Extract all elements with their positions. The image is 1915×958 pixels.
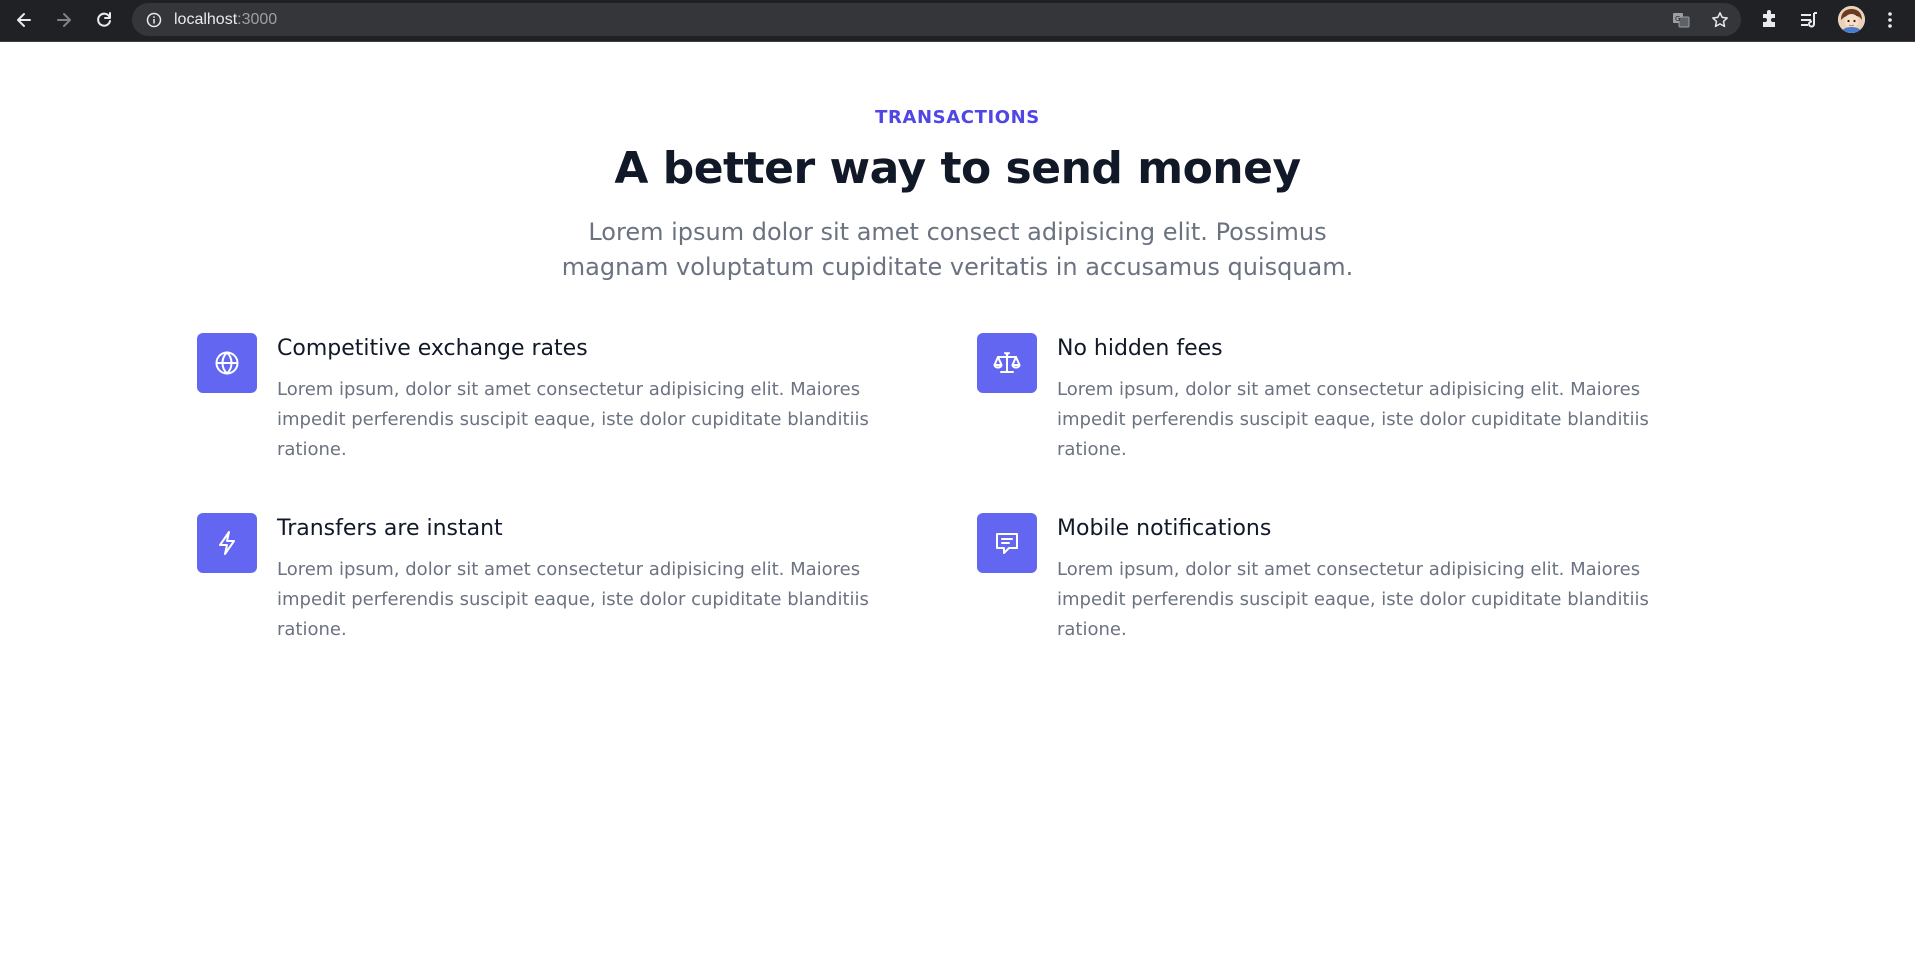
feature-title: No hidden fees [1057,336,1223,361]
feature-title: Transfers are instant [277,516,503,541]
reload-button[interactable] [88,4,120,36]
feature-transfers-are-instant: Transfers are instant Lorem ipsum, dolor… [197,513,917,653]
section-eyebrow: TRANSACTIONS [875,107,1040,128]
feature-icon-box [197,513,257,573]
feature-title: Competitive exchange rates [277,336,588,361]
feature-mobile-notifications: Mobile notifications Lorem ipsum, dolor … [977,513,1697,653]
translate-icon[interactable]: G [1672,11,1690,29]
url-host: localhost [174,11,238,28]
info-icon[interactable] [146,12,162,28]
reload-icon [97,12,111,27]
feature-no-hidden-fees: No hidden fees Lorem ipsum, dolor sit am… [977,333,1697,473]
reading-list-icon[interactable] [1798,9,1820,31]
kebab-menu-icon[interactable] [1879,9,1901,31]
address-bar[interactable]: localhost:3000 G [132,3,1741,36]
feature-description: Lorem ipsum, dolor sit amet consectetur … [277,379,869,460]
page-title: A better way to send money [614,143,1301,194]
scale-icon [993,352,1021,373]
chat-message-icon [996,533,1018,554]
feature-description: Lorem ipsum, dolor sit amet consectetur … [277,559,869,640]
star-icon[interactable] [1711,11,1729,29]
feature-icon-box [197,333,257,393]
avatar[interactable] [1838,6,1865,33]
feature-description: Lorem ipsum, dolor sit amet consectetur … [1057,379,1649,460]
profile-picture [1838,6,1865,33]
puzzle-icon[interactable] [1758,9,1780,31]
feature-competitive-exchange-rates: Competitive exchange rates Lorem ipsum, … [197,333,917,473]
url-port: :3000 [237,11,278,28]
feature-title: Mobile notifications [1057,516,1272,541]
url-text[interactable]: localhost:3000 [174,3,277,36]
browser-toolbar: localhost:3000 G [0,0,1915,42]
svg-text:G: G [1675,15,1680,23]
page-content: TRANSACTIONS A better way to send money … [0,43,1915,958]
back-button[interactable] [8,4,40,36]
arrow-right-icon [57,13,71,27]
globe-icon [215,351,239,375]
section-lead: Lorem ipsum dolor sit amet consect adipi… [561,218,1354,281]
feature-icon-box [977,513,1037,573]
feature-icon-box [977,333,1037,393]
feature-description: Lorem ipsum, dolor sit amet consectetur … [1057,559,1649,640]
lightning-bolt-icon [219,531,235,555]
forward-button[interactable] [48,4,80,36]
arrow-left-icon [17,13,31,27]
